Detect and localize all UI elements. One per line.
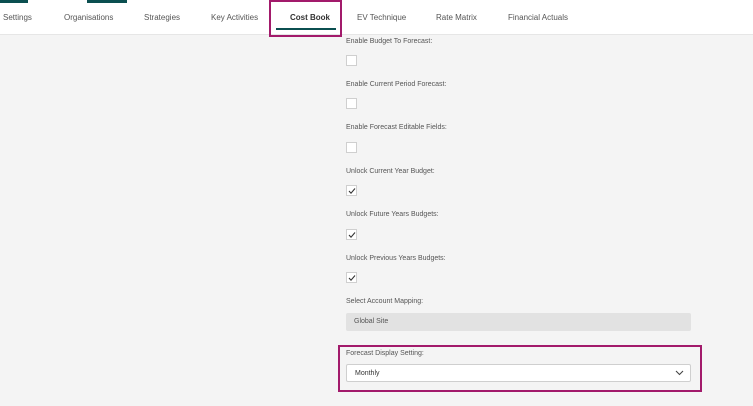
- checkbox-enable-forecast-editable-fields[interactable]: [346, 142, 357, 153]
- tab-financial-actuals[interactable]: Financial Actuals: [508, 13, 568, 22]
- label-unlock-future-years-budgets: Unlock Future Years Budgets:: [346, 211, 439, 218]
- check-icon: [348, 188, 356, 195]
- checkbox-unlock-current-year-budget[interactable]: [346, 185, 357, 196]
- checkbox-enable-current-period-forecast[interactable]: [346, 98, 357, 109]
- label-unlock-previous-years-budgets: Unlock Previous Years Budgets:: [346, 255, 446, 262]
- label-enable-forecast-editable-fields: Enable Forecast Editable Fields:: [346, 124, 447, 131]
- account-mapping-value: Global Site: [354, 318, 389, 325]
- tab-organisations[interactable]: Organisations: [64, 13, 113, 22]
- forecast-display-select[interactable]: Monthly: [346, 364, 691, 382]
- label-enable-current-period-forecast: Enable Current Period Forecast:: [346, 81, 447, 88]
- tab-cost-book[interactable]: Cost Book: [290, 13, 330, 22]
- check-icon: [348, 232, 356, 239]
- checkbox-unlock-previous-years-budgets[interactable]: [346, 272, 357, 283]
- active-tab-underline: [276, 28, 336, 30]
- tab-indicator-line: [87, 0, 127, 3]
- tab-settings[interactable]: Settings: [3, 13, 32, 22]
- tab-rate-matrix[interactable]: Rate Matrix: [436, 13, 477, 22]
- label-forecast-display-setting: Forecast Display Setting:: [346, 350, 424, 357]
- checkbox-unlock-future-years-budgets[interactable]: [346, 229, 357, 240]
- tab-indicator-line: [0, 0, 28, 3]
- tab-key-activities[interactable]: Key Activities: [211, 13, 258, 22]
- forecast-display-value: Monthly: [355, 370, 380, 377]
- account-mapping-field: Global Site: [346, 313, 691, 331]
- tab-strategies[interactable]: Strategies: [144, 13, 180, 22]
- label-enable-budget-to-forecast: Enable Budget To Forecast:: [346, 38, 433, 45]
- label-select-account-mapping: Select Account Mapping:: [346, 298, 424, 305]
- checkbox-enable-budget-to-forecast[interactable]: [346, 55, 357, 66]
- check-icon: [348, 275, 356, 282]
- chevron-down-icon: [675, 370, 684, 376]
- label-unlock-current-year-budget: Unlock Current Year Budget:: [346, 168, 435, 175]
- tab-bar: Settings Organisations Strategies Key Ac…: [0, 0, 753, 35]
- tab-ev-technique[interactable]: EV Technique: [357, 13, 406, 22]
